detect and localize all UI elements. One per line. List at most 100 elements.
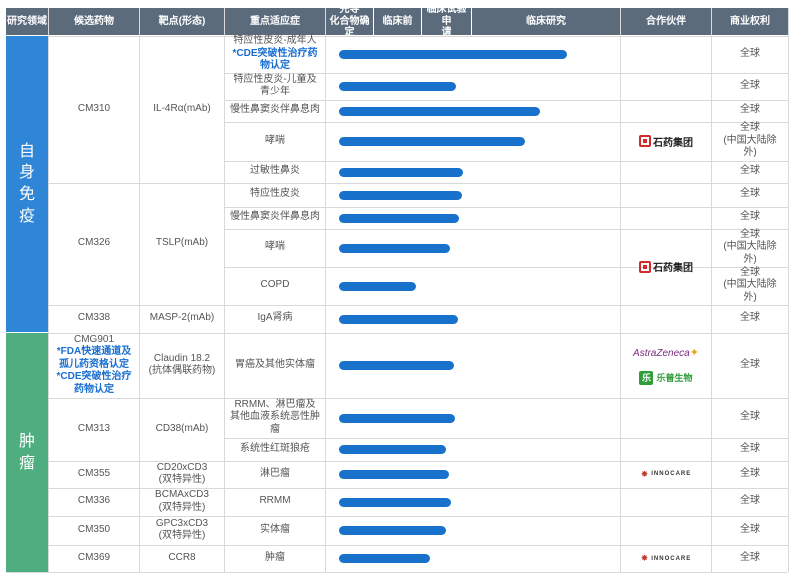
candidate-cm369: CM369 [77,552,111,564]
target-cm310: IL-4Rα(mAb) [153,102,211,114]
candidate-cmg901: CMG901 *FDA快速通道及 孤儿药资格认定 *CDE突破性治疗 药物认定 [49,333,139,397]
indication-text: 特应性皮炎-成年人 [233,35,317,47]
progress-bar [339,413,455,423]
astrazeneca-logo-text: AstraZeneca [633,347,690,359]
astrazeneca-logo-icon: ✦ [689,346,699,359]
partner-cmg901: AstraZeneca✦ 乐乐普生物 [621,333,711,397]
rights-row-3: 全球 [740,104,760,116]
area-autoimmune: 自 身 免 疫 [6,36,48,332]
rights-row-16: 全球 [740,523,760,535]
progress-bar [339,361,454,370]
partner-innocare-2: ✸ INNOCARE [621,545,711,572]
pipeline-table: 研究领域 候选药物 靶点(形态) 重点适应症 先导 化合物确定 临床前 临床试验… [0,0,800,580]
candidate-cm350: CM350 [77,523,111,535]
rights-row-1: 全球 [740,47,760,59]
target-cm355: CD20xCD3 (双特异性) [156,461,208,486]
indication-row-16: 实体瘤 [260,523,290,535]
partner-innocare-1: ✸ INNOCARE [621,461,711,487]
progress-bar [339,190,462,200]
cspc-logo-icon [639,135,651,147]
rights-row-10: 全球 [740,312,760,324]
indication-note: *CDE突破性治疗药 物认定 [232,47,318,72]
innocare-logo-text: INNOCARE [651,471,692,477]
indication-row-3: 慢性鼻窦炎伴鼻息肉 [230,104,320,116]
indication-row-17: 肿瘤 [265,552,285,564]
header-preclinical: 临床前 [374,8,421,35]
rights-row-4: 全球 (中国大陆除 外) [723,122,777,159]
partner-cspc-2: 石药集团 [621,229,711,304]
target-cm326: TSLP(mAb) [155,237,209,249]
rights-row-2: 全球 [740,79,760,91]
progress-bar [339,554,430,563]
innocare-logo-icon: ✸ [640,468,649,479]
header-indication: 重点适应症 [225,8,325,35]
innocare-logo-icon: ✸ [640,553,649,563]
header-ind: 临床试验申 请 [422,4,471,38]
progress-bar [339,213,459,223]
rights-row-5: 全球 [740,165,760,177]
candidate-cmg901-name: CMG901 [73,333,114,345]
target-cmg901: Claudin 18.2 (抗体偶联药物) [148,352,216,377]
candidate-cm336: CM336 [77,495,111,507]
candidate-cm313: CM313 [77,422,111,434]
target-cm338: MASP-2(mAb) [149,312,215,324]
indication-row-14: 淋巴瘤 [260,467,290,479]
indication-row-8: 哮喘 [265,241,285,253]
target-cm336: BCMAxCD3 (双特异性) [155,489,209,513]
progress-bar [339,470,449,479]
rights-row-7: 全球 [740,211,760,223]
indication-row-1: 特应性皮炎-成年人 *CDE突破性治疗药 物认定 [225,35,325,72]
indication-row-5: 过敏性鼻炎 [250,165,300,177]
rights-row-9: 全球 (中国大陆除 外) [723,266,777,303]
rights-row-11: 全球 [740,358,760,370]
indication-row-12: RRMM、淋巴瘤及 其他血液系统恶性肿 瘤 [230,398,320,435]
keymed-logo-icon: 乐 [639,370,654,385]
area-oncology: 肿 瘤 [6,333,48,572]
rights-row-8: 全球 (中国大陆除 外) [723,228,777,265]
indication-row-2: 特应性皮炎-儿童及 青少年 [233,73,317,98]
rights-row-13: 全球 [740,442,760,454]
header-area: 研究领域 [6,8,48,35]
indication-row-9: COPD [260,279,290,291]
header-clinical: 临床研究 [472,8,620,35]
rights-row-15: 全球 [740,495,760,507]
target-cm369: CCR8 [168,552,196,564]
candidate-cmg901-note: *FDA快速通道及 孤儿药资格认定 *CDE突破性治疗 药物认定 [56,346,132,395]
header-partner: 合作伙伴 [621,8,711,35]
header-rights: 商业权利 [712,8,788,35]
progress-bar [339,243,450,253]
header-candidate: 候选药物 [49,8,139,35]
candidate-cm355: CM355 [77,467,111,479]
progress-bar [339,445,446,454]
progress-bar [339,281,416,291]
progress-bar [339,50,567,59]
innocare-logo-text: INNOCARE [651,555,692,562]
indication-row-10: IgA肾病 [257,312,293,324]
candidate-cm310: CM310 [77,102,111,114]
partner-cspc-1: 石药集团 [621,122,711,160]
indication-row-4: 哮喘 [265,134,285,146]
progress-bar [339,106,541,116]
candidate-cm338: CM338 [77,312,111,324]
indication-row-11: 胃癌及其他实体瘤 [235,358,315,370]
header-target: 靶点(形态) [140,8,224,35]
cspc-logo-text: 石药集团 [653,263,693,274]
progress-bar [339,526,446,535]
candidate-cm326: CM326 [77,237,111,249]
progress-bar [339,137,526,146]
rights-row-12: 全球 [740,411,760,423]
target-cm350: GPC3xCD3 (双特异性) [155,517,209,542]
progress-bar [339,167,463,177]
progress-bar [339,82,456,91]
rights-row-6: 全球 [740,188,760,200]
indication-row-13: 系统性红斑狼疮 [240,442,310,454]
rights-row-14: 全球 [740,467,760,479]
rights-row-17: 全球 [740,552,760,564]
target-cm313: CD38(mAb) [155,422,209,434]
keymed-logo-text: 乐普生物 [656,373,693,383]
indication-row-7: 慢性鼻窦炎伴鼻息肉 [230,211,320,223]
header-lead: 先导 化合物确定 [326,4,373,38]
indication-row-15: RRMM [259,495,291,507]
cspc-logo-icon [639,260,651,273]
indication-row-6: 特应性皮炎 [250,188,300,200]
